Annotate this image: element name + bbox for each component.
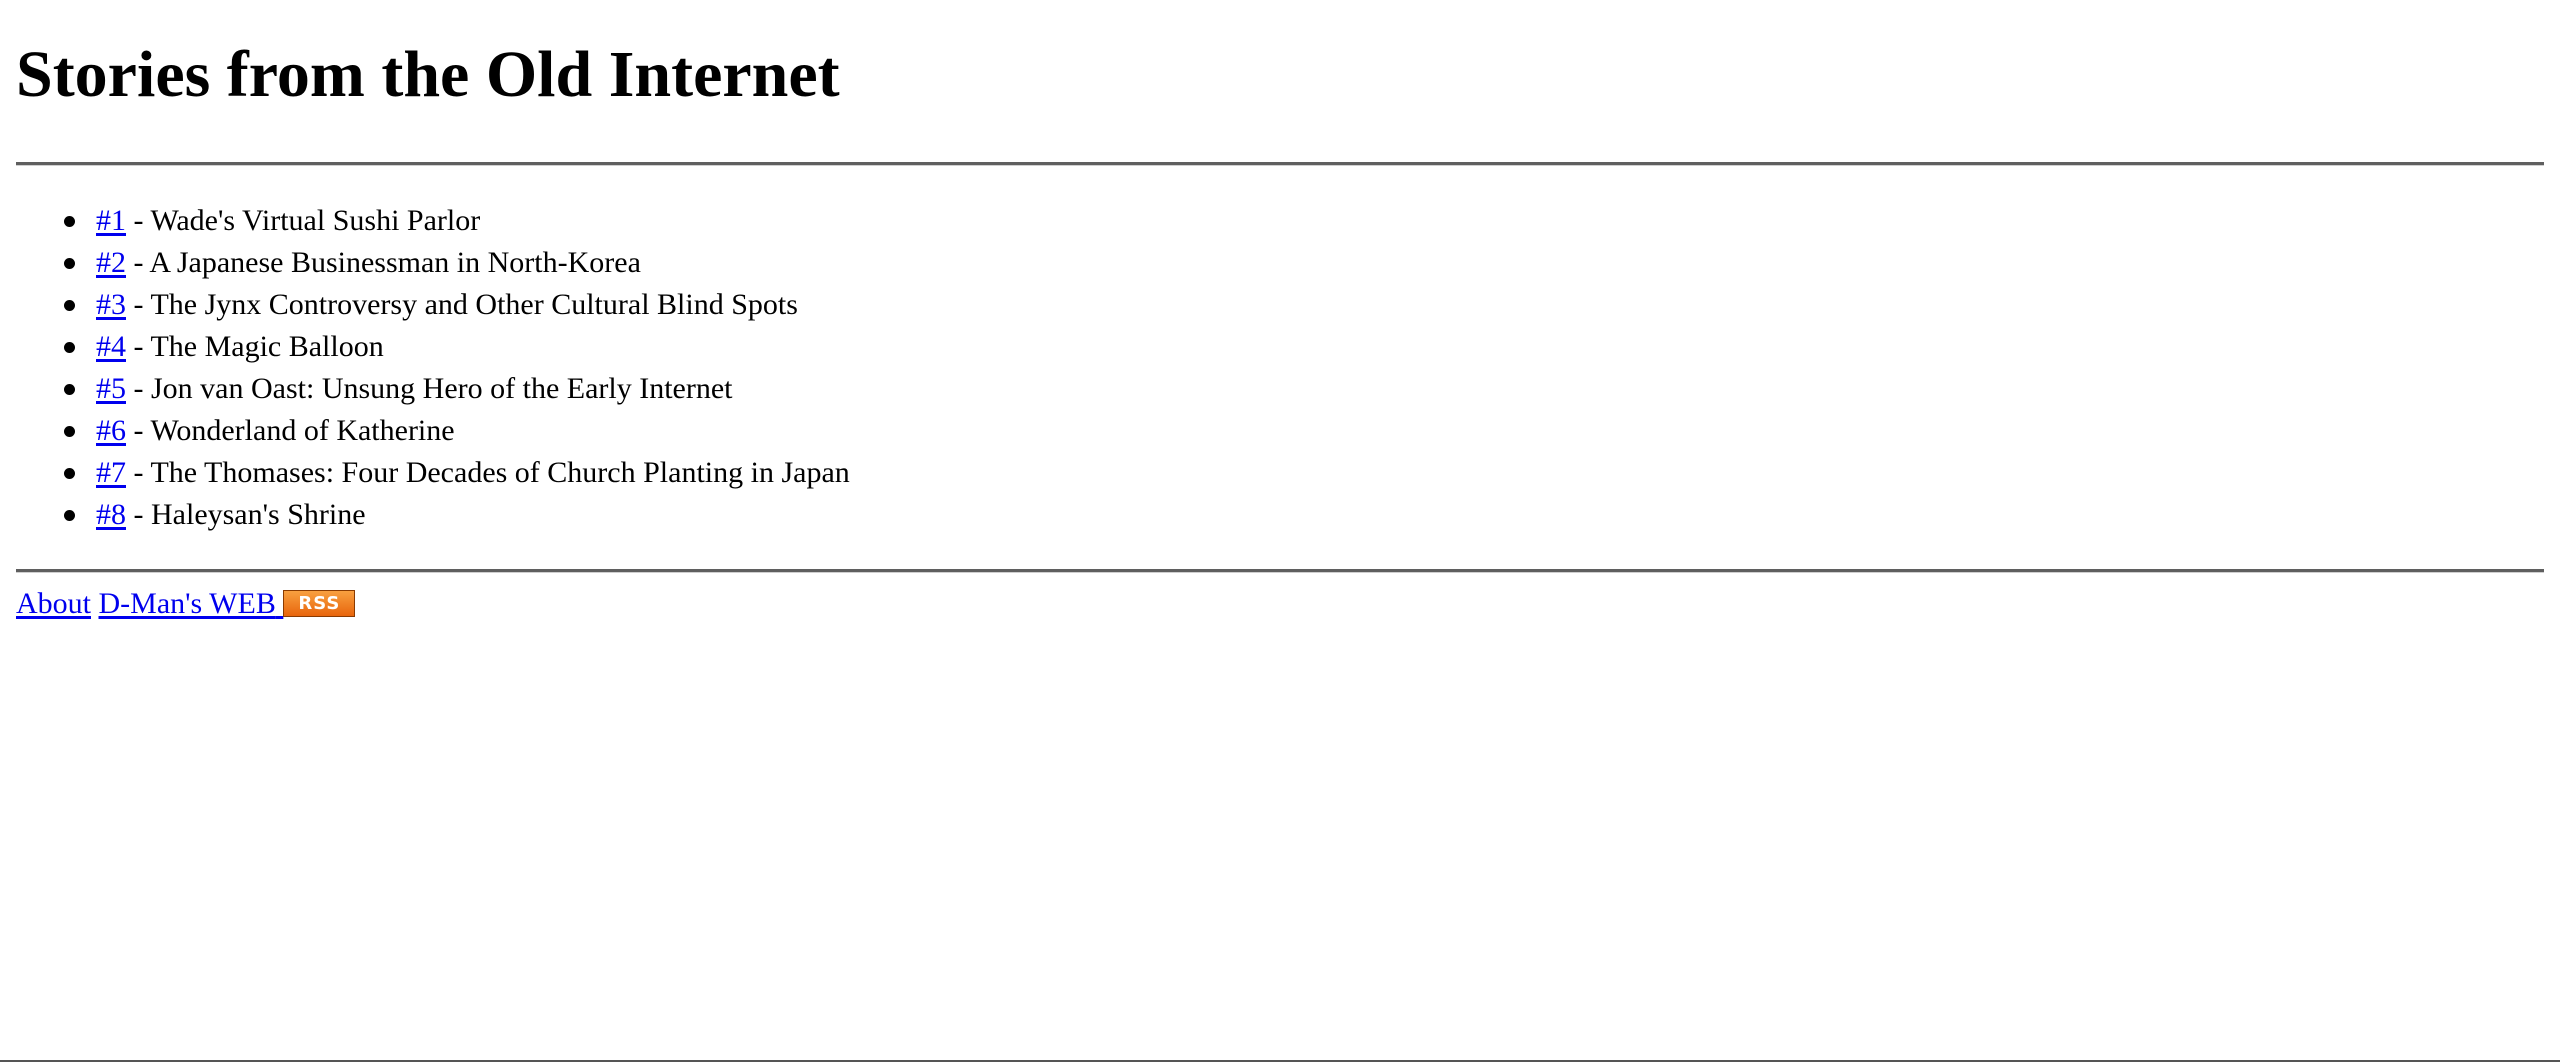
bullet-icon [64, 300, 75, 311]
story-title: Haleysan's Shrine [151, 498, 366, 531]
story-separator: - [126, 204, 151, 237]
list-item: #1 - Wade's Virtual Sushi Parlor [16, 200, 2544, 242]
story-link-5[interactable]: #5 [96, 372, 126, 405]
story-title: The Jynx Controversy and Other Cultural … [150, 288, 798, 321]
list-item: #5 - Jon van Oast: Unsung Hero of the Ea… [16, 368, 2544, 410]
story-separator: - [126, 456, 151, 489]
story-title: Wonderland of Katherine [150, 414, 455, 447]
story-title: A Japanese Businessman in North-Korea [149, 246, 641, 279]
story-separator: - [126, 414, 151, 447]
bullet-icon [64, 426, 75, 437]
list-item: #7 - The Thomases: Four Decades of Churc… [16, 452, 2544, 494]
story-separator: - [126, 288, 151, 321]
story-title: The Thomases: Four Decades of Church Pla… [150, 456, 850, 489]
story-title: Wade's Virtual Sushi Parlor [150, 204, 481, 237]
bullet-icon [64, 384, 75, 395]
story-link-4[interactable]: #4 [96, 330, 126, 363]
story-list: #1 - Wade's Virtual Sushi Parlor #2 - A … [16, 166, 2544, 536]
list-item: #8 - Haleysan's Shrine [16, 494, 2544, 536]
story-link-8[interactable]: #8 [96, 498, 126, 531]
list-item: #2 - A Japanese Businessman in North-Kor… [16, 242, 2544, 284]
bullet-icon [64, 342, 75, 353]
footer: About D-Man's WEB RSS [16, 573, 2544, 625]
story-title: Jon van Oast: Unsung Hero of the Early I… [151, 372, 733, 405]
bullet-icon [64, 510, 75, 521]
story-link-6[interactable]: #6 [96, 414, 126, 447]
page-title: Stories from the Old Internet [16, 38, 840, 111]
list-item: #4 - The Magic Balloon [16, 326, 2544, 368]
bullet-icon [64, 258, 75, 269]
site-link-label: D-Man's WEB [98, 587, 276, 620]
bullet-icon [64, 216, 75, 227]
list-item: #3 - The Jynx Controversy and Other Cult… [16, 284, 2544, 326]
story-link-7[interactable]: #7 [96, 456, 126, 489]
story-separator: - [126, 498, 151, 531]
story-link-1[interactable]: #1 [96, 204, 126, 237]
list-item: #6 - Wonderland of Katherine [16, 410, 2544, 452]
rss-icon[interactable]: RSS [283, 590, 356, 617]
site-link[interactable]: D-Man's WEB [99, 587, 284, 620]
bullet-icon [64, 468, 75, 479]
page: Stories from the Old Internet #1 - Wade'… [0, 0, 2560, 625]
story-separator: - [126, 330, 151, 363]
story-title: The Magic Balloon [150, 330, 384, 363]
story-link-3[interactable]: #3 [96, 288, 126, 321]
story-link-2[interactable]: #2 [96, 246, 126, 279]
story-separator: - [126, 372, 151, 405]
story-separator: - [126, 246, 150, 279]
about-link[interactable]: About [16, 587, 91, 620]
